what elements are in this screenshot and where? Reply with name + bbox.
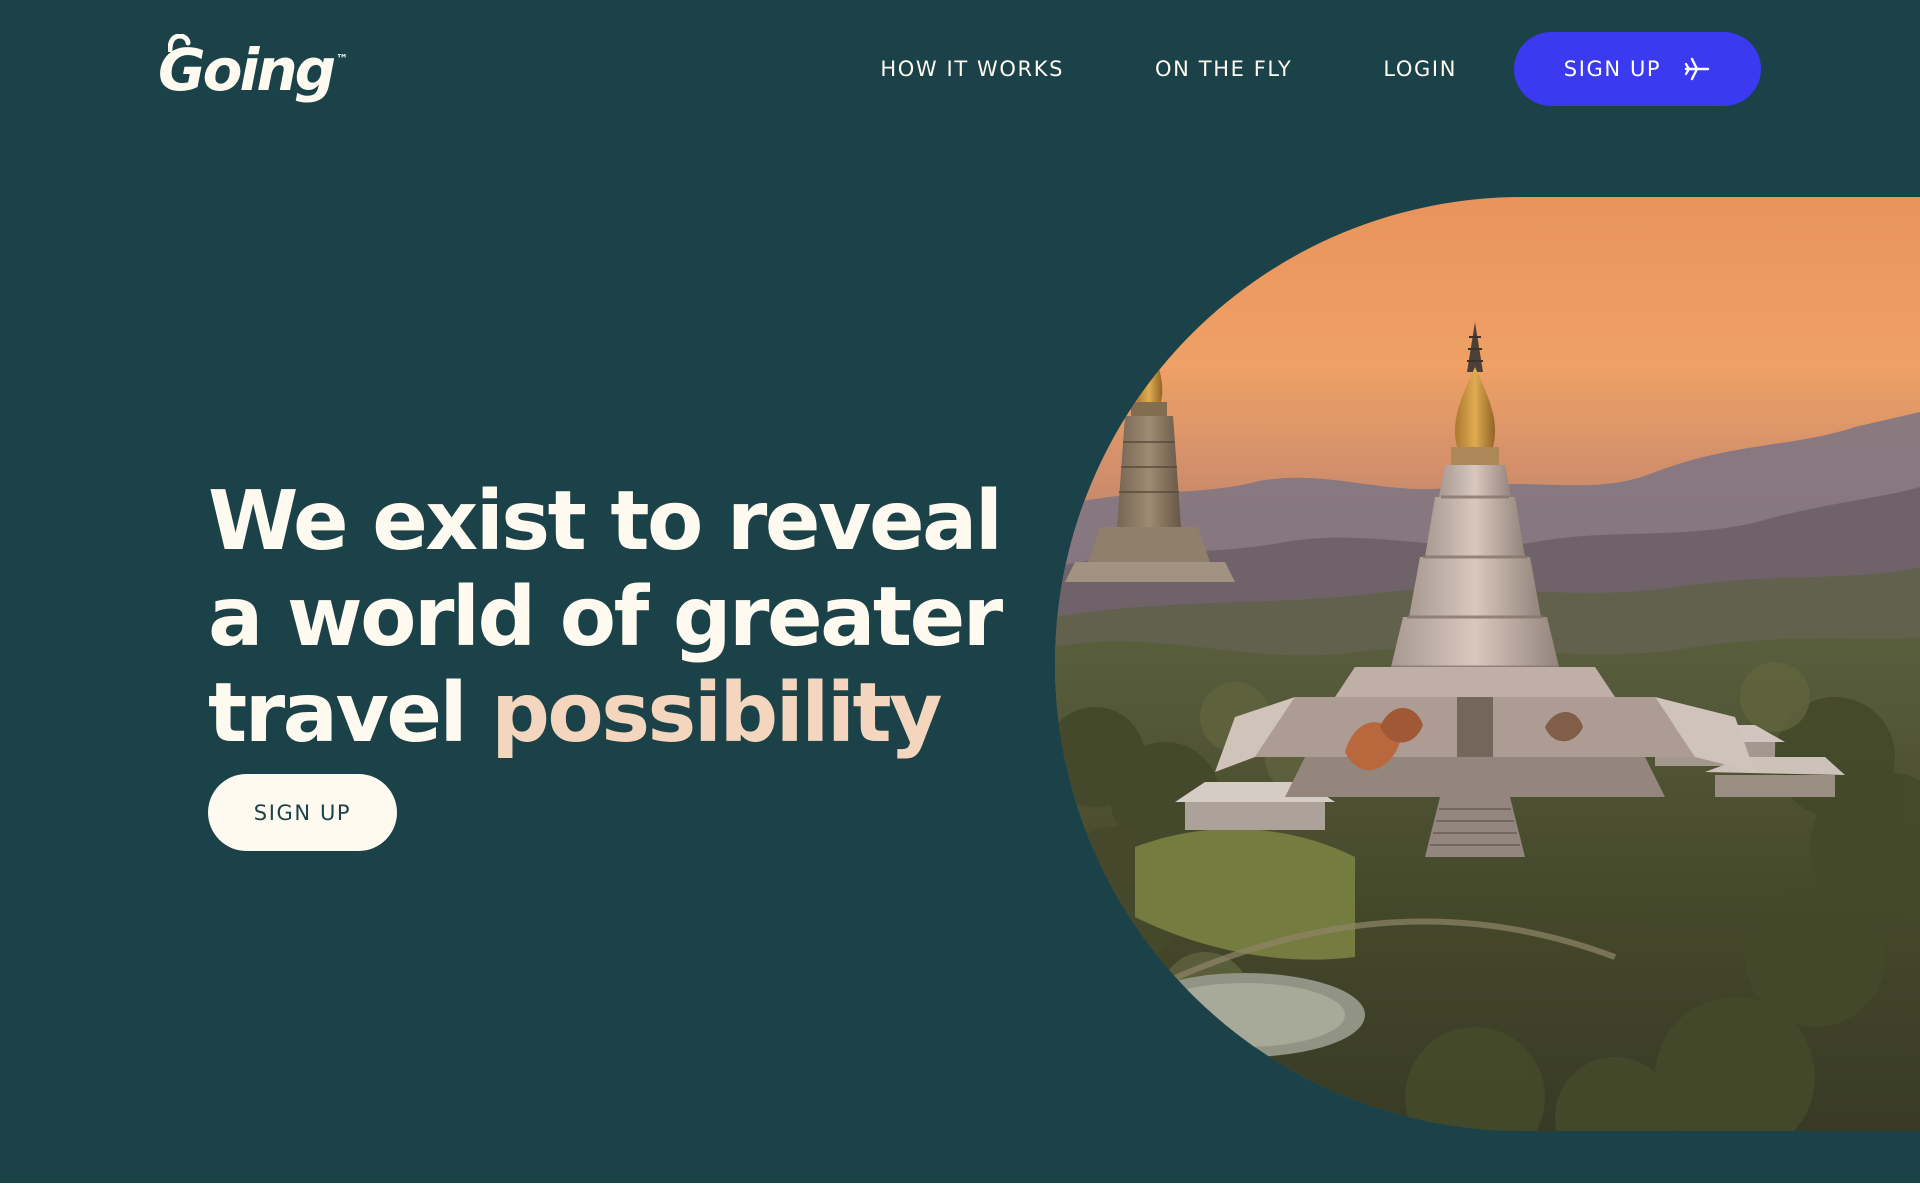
logo-ear-icon — [168, 34, 191, 52]
nav-login[interactable]: LOGIN — [1383, 57, 1457, 81]
page: Going ™ HOW IT WORKS ON THE FLY LOGIN SI… — [0, 0, 1920, 1183]
main-nav: HOW IT WORKS ON THE FLY LOGIN SIGN UP — [880, 32, 1761, 106]
headline-line-1: We exist to reveal — [208, 474, 1003, 569]
hero-section: We exist to reveal a world of greater tr… — [208, 474, 1028, 851]
header-signup-label: SIGN UP — [1563, 57, 1662, 81]
headline-line-3: travel — [208, 666, 492, 761]
hero-image — [1055, 197, 1920, 1131]
hero-headline: We exist to reveal a world of greater tr… — [208, 474, 1028, 762]
header-signup-button[interactable]: SIGN UP — [1514, 32, 1761, 106]
hero-signup-button[interactable]: SIGN UP — [208, 774, 397, 851]
headline-accent-word: possibility — [491, 666, 942, 761]
headline-line-2: a world of greater — [208, 570, 1003, 665]
going-logo[interactable]: Going ™ — [158, 30, 348, 110]
nav-on-the-fly[interactable]: ON THE FLY — [1155, 57, 1292, 81]
temple-sunset-illustration — [1055, 197, 1920, 1131]
airplane-icon — [1685, 57, 1710, 81]
trademark-symbol: ™ — [336, 52, 349, 66]
nav-how-it-works[interactable]: HOW IT WORKS — [880, 57, 1064, 81]
